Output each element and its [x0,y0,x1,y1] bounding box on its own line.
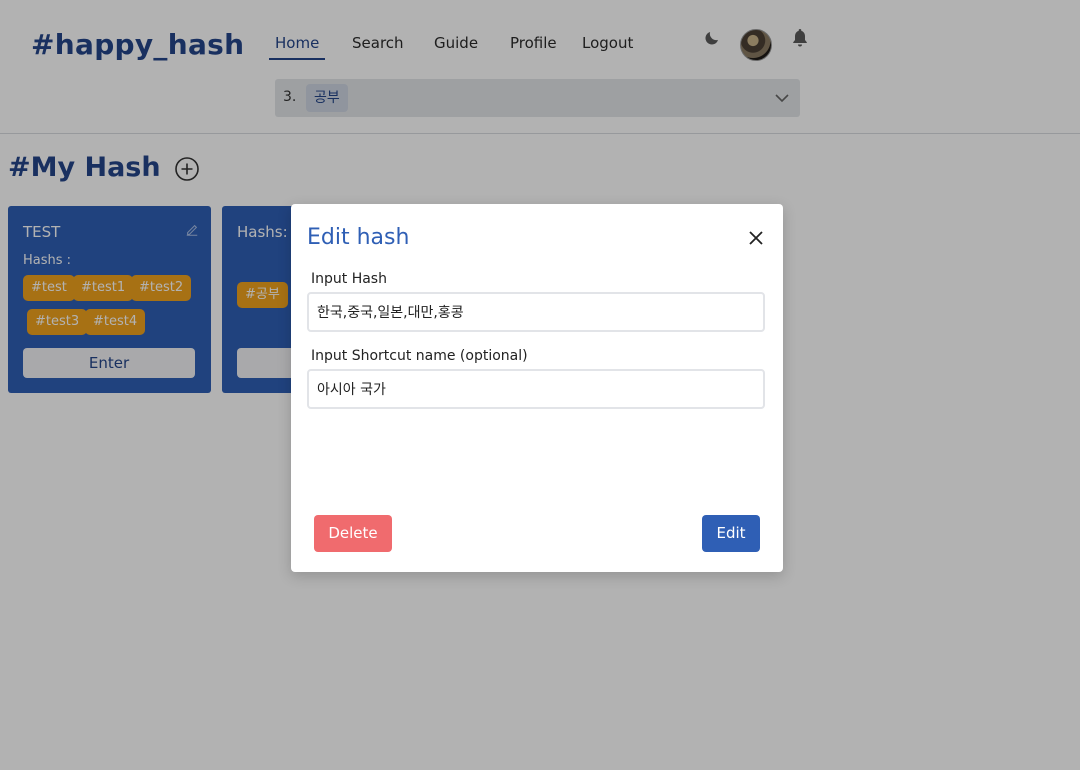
shortcut-input[interactable] [307,369,765,409]
edit-button[interactable]: Edit [702,515,760,552]
app-page: #happy_hash Home Search Guide Profile Lo… [0,0,1080,770]
hash-input[interactable] [307,292,765,332]
close-icon[interactable] [747,229,765,247]
edit-hash-dialog: Edit hash Input Hash Input Shortcut name… [291,204,783,572]
shortcut-field-label: Input Shortcut name (optional) [311,348,528,364]
hash-field-label: Input Hash [311,271,387,287]
dialog-title: Edit hash [307,225,410,250]
delete-button[interactable]: Delete [314,515,392,552]
